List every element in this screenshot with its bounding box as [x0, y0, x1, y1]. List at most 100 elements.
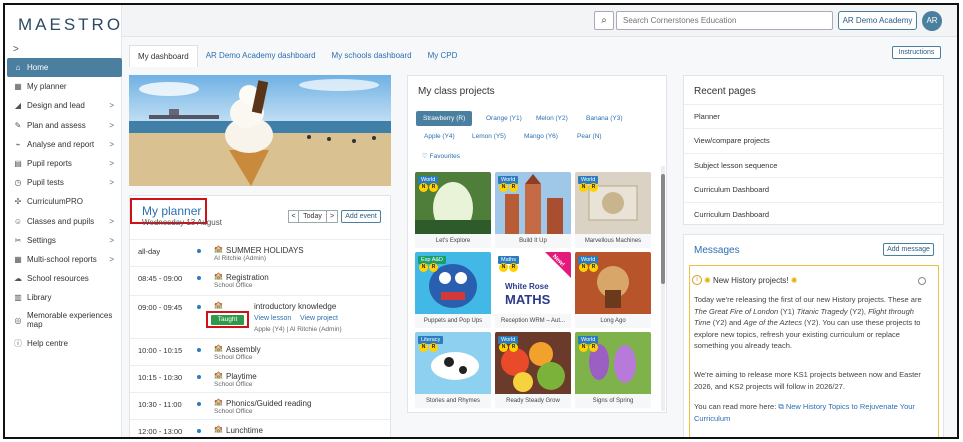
- chevron-right-icon: >: [109, 254, 114, 264]
- recent-page-link[interactable]: Subject lesson sequence: [684, 152, 945, 177]
- projects-scrollbar[interactable]: [661, 166, 665, 411]
- view-lesson-link[interactable]: View lesson: [254, 315, 291, 322]
- sidebar-item-label: Plan and assess: [27, 120, 86, 130]
- event-title[interactable]: Assembly: [226, 345, 261, 354]
- project-tile[interactable]: World N R Build It Up: [495, 172, 571, 248]
- taught-badge[interactable]: Taught: [211, 315, 244, 325]
- sidebar-item-library[interactable]: ▥ Library: [7, 288, 122, 307]
- event-title[interactable]: Phonics/Guided reading: [226, 399, 311, 408]
- sidebar-item-analyse-and-report[interactable]: ⌁ Analyse and report >: [7, 135, 122, 154]
- class-tab-banana-y3-[interactable]: Banana (Y3): [586, 115, 623, 122]
- collapse-sidebar-icon[interactable]: >: [13, 44, 19, 55]
- event-row[interactable]: 08:45 - 09:00 🏫 Registration School Office: [130, 266, 392, 295]
- event-time: 10:15 - 10:30: [138, 373, 183, 382]
- sidebar-item-settings[interactable]: ✂ Settings >: [7, 231, 122, 250]
- project-tile[interactable]: Literacy N R Stories and Rhymes: [415, 332, 491, 408]
- tab-my-schools-dashboard[interactable]: My schools dashboard: [324, 45, 420, 67]
- ice-cream-beach-image: [129, 75, 391, 186]
- sidebar: MAESTRO > ⌂ Home ▦ My planner ◢ Design and le…: [5, 5, 122, 437]
- wrench-icon: ✂: [14, 235, 22, 245]
- avatar[interactable]: AR: [922, 11, 942, 31]
- sidebar-item-label: Help centre: [27, 338, 68, 348]
- sidebar-item-multi-school-reports[interactable]: ▦ Multi-school reports >: [7, 250, 122, 269]
- class-tab-apple-y4-[interactable]: Apple (Y4): [424, 133, 455, 140]
- tab-ar-demo-academy-dashboard[interactable]: AR Demo Academy dashboard: [198, 45, 324, 67]
- event-row[interactable]: 10:00 - 10:15 🏫 Assembly School Office: [130, 338, 392, 365]
- n-badge: N: [419, 183, 428, 192]
- event-subtitle: School Office: [214, 408, 253, 415]
- event-time: 10:00 - 10:15: [138, 346, 183, 355]
- class-tab-orange-y1-[interactable]: Orange (Y1): [486, 115, 522, 122]
- msg-text: (Y2) and: [710, 318, 744, 328]
- mark-read-radio[interactable]: [918, 277, 926, 285]
- project-tile[interactable]: World N R Ready Steady Grow: [495, 332, 571, 408]
- event-row[interactable]: all-day 🏫 SUMMER HOLIDAYS Al Ritchie (Admin…: [130, 239, 392, 266]
- r-badge: R: [509, 183, 518, 192]
- recent-page-link[interactable]: Curriculum Dashboard: [684, 201, 945, 226]
- chevron-right-icon: >: [109, 159, 114, 169]
- sidebar-item-classes-and-pupils[interactable]: ☺ Classes and pupils >: [7, 212, 122, 231]
- class-tab-mango-y6-[interactable]: Mango (Y6): [524, 133, 558, 140]
- chevron-right-icon: >: [109, 139, 114, 149]
- search-input[interactable]: [616, 11, 833, 30]
- sidebar-item-curriculumpro[interactable]: ✣ CurriculumPRO: [7, 192, 122, 211]
- pencil-icon: ✎: [14, 120, 22, 130]
- instructions-button[interactable]: Instructions: [892, 46, 941, 59]
- class-tab-melon-y2-[interactable]: Melon (Y2): [536, 115, 568, 122]
- r-badge: R: [589, 183, 598, 192]
- event-dot: [197, 276, 201, 280]
- event-title[interactable]: introductory knowledge: [254, 302, 336, 311]
- project-tile[interactable]: Exp A&D N R Puppets and Pop Ups: [415, 252, 491, 328]
- recent-page-link[interactable]: View/compare projects: [684, 128, 945, 152]
- sidebar-item-label: Multi-school reports: [27, 254, 97, 264]
- search-icon[interactable]: ⌕: [594, 11, 614, 30]
- event-row[interactable]: 10:15 - 10:30 🏫 Playtime School Office: [130, 365, 392, 392]
- event-row[interactable]: 09:00 - 09:45 🏫 introductory knowledge Taug…: [130, 295, 392, 338]
- event-row[interactable]: 12:00 - 13:00 🏫 Lunchtime: [130, 419, 392, 437]
- sidebar-item-pupil-tests[interactable]: ◷ Pupil tests >: [7, 173, 122, 192]
- class-tab-pear-n-[interactable]: Pear (N): [577, 133, 602, 140]
- prev-day-button[interactable]: <: [288, 210, 299, 223]
- class-tab-lemon-y5-[interactable]: Lemon (Y5): [472, 133, 506, 140]
- event-time: 09:00 - 09:45: [138, 303, 183, 312]
- view-project-link[interactable]: View project: [300, 315, 338, 322]
- maths-title-line2: MATHS: [505, 292, 551, 307]
- recent-page-link[interactable]: Curriculum Dashboard: [684, 177, 945, 201]
- today-button[interactable]: Today: [299, 210, 327, 223]
- sidebar-item-pupil-reports[interactable]: ▤ Pupil reports >: [7, 154, 122, 173]
- event-title[interactable]: Lunchtime: [226, 426, 263, 435]
- next-day-button[interactable]: >: [327, 210, 338, 223]
- favourites-link[interactable]: ♡ Favourites: [422, 152, 460, 160]
- sidebar-item-home[interactable]: ⌂ Home: [7, 58, 122, 78]
- school-icon: 🏫: [214, 399, 223, 406]
- event-title[interactable]: Registration: [226, 273, 269, 282]
- sidebar-item-my-planner[interactable]: ▦ My planner: [7, 77, 122, 96]
- event-row[interactable]: 10:30 - 11:00 🏫 Phonics/Guided reading Scho…: [130, 392, 392, 419]
- sidebar-item-school-resources[interactable]: ☁ School resources: [7, 269, 122, 288]
- add-message-button[interactable]: Add message: [883, 243, 934, 256]
- class-tab-strawberry-r-[interactable]: Strawberry (R): [416, 111, 473, 126]
- tab-my-cpd[interactable]: My CPD: [420, 45, 466, 67]
- event-title[interactable]: Playtime: [226, 372, 257, 381]
- scrollbar-thumb[interactable]: [661, 174, 665, 284]
- tab-my-dashboard[interactable]: My dashboard: [129, 45, 198, 67]
- project-caption: Long Ago: [575, 314, 651, 328]
- event-title[interactable]: SUMMER HOLIDAYS: [226, 246, 304, 255]
- project-tile[interactable]: World N R Marvellous Machines: [575, 172, 651, 248]
- project-tile[interactable]: World N R Let's Explore: [415, 172, 491, 248]
- external-link-icon[interactable]: ⧉: [778, 402, 783, 411]
- sidebar-item-memorable-experiences-map[interactable]: ◎ Memorable experiences map: [7, 307, 122, 333]
- add-event-button[interactable]: Add event: [341, 210, 381, 223]
- school-switcher-button[interactable]: AR Demo Academy: [838, 11, 917, 30]
- maestro-logo[interactable]: MAESTRO: [18, 15, 123, 35]
- sidebar-item-design-and-lead[interactable]: ◢ Design and lead >: [7, 96, 122, 115]
- recent-page-link[interactable]: Planner: [684, 104, 945, 128]
- project-tile[interactable]: White Rose MATHS New! Maths N R Reception WRM …: [495, 252, 571, 328]
- sidebar-item-help-centre[interactable]: ⓘ Help centre: [7, 333, 122, 352]
- project-tile[interactable]: World N R Signs of Spring: [575, 332, 651, 408]
- sidebar-item-plan-and-assess[interactable]: ✎ Plan and assess >: [7, 116, 122, 135]
- multi-report-icon: ▦: [14, 254, 22, 264]
- event-time: 08:45 - 09:00: [138, 274, 183, 283]
- project-tile[interactable]: World N R Long Ago: [575, 252, 651, 328]
- sidebar-item-label: Pupil tests: [27, 178, 64, 188]
